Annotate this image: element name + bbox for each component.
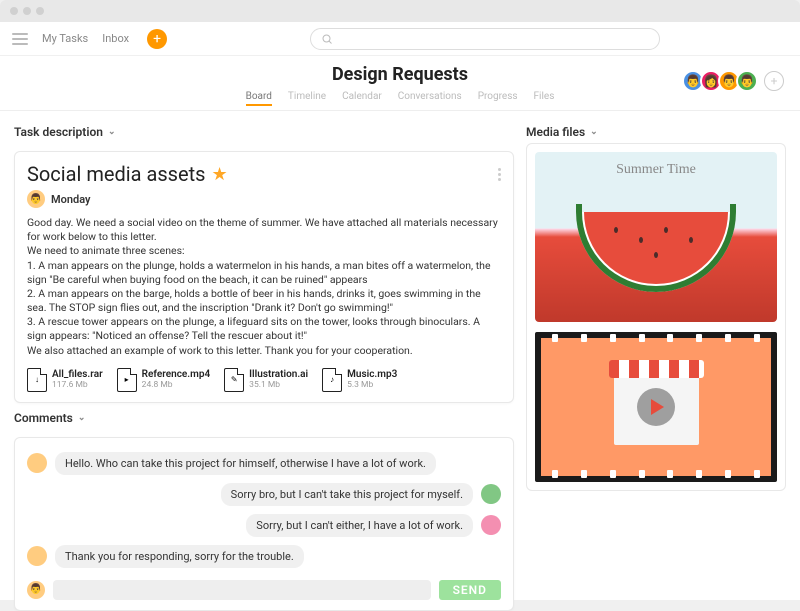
media-files-header[interactable]: Media files⌄ — [526, 125, 786, 139]
browser-chrome — [0, 0, 800, 22]
task-menu-icon[interactable] — [498, 168, 501, 181]
file-icon: ♪ — [322, 368, 342, 392]
comment: Sorry bro, but I can't take this project… — [27, 483, 501, 506]
attachment[interactable]: ✎ Illustration.ai35.1 Mb — [224, 368, 308, 392]
task-description-header[interactable]: Task description⌄ — [14, 125, 514, 139]
chevron-down-icon: ⌄ — [108, 127, 116, 137]
tab-calendar[interactable]: Calendar — [342, 91, 382, 106]
chevron-down-icon: ⌄ — [590, 127, 598, 137]
add-member-button[interactable]: + — [764, 71, 784, 91]
comments-header[interactable]: Comments⌄ — [14, 411, 514, 425]
task-day: Monday — [51, 193, 90, 206]
file-size: 117.6 Mb — [52, 380, 103, 390]
current-user-avatar: 👨 — [27, 581, 45, 599]
topbar: My Tasks Inbox + — [0, 22, 800, 56]
comment: Thank you for responding, sorry for the … — [27, 545, 501, 568]
media-thumbnail-illustration[interactable]: Summer Time — [535, 152, 777, 322]
page-title: Design Requests — [0, 64, 800, 85]
play-icon[interactable] — [637, 388, 675, 426]
file-name: Reference.mp4 — [142, 369, 211, 380]
comment-avatar[interactable] — [27, 546, 47, 566]
avatar[interactable]: 👨 — [736, 70, 758, 92]
nav-inbox[interactable]: Inbox — [102, 32, 129, 45]
comment-text: Thank you for responding, sorry for the … — [55, 545, 304, 568]
file-size: 35.1 Mb — [249, 380, 308, 390]
comment-avatar[interactable] — [27, 453, 47, 473]
nav-my-tasks[interactable]: My Tasks — [42, 32, 88, 45]
page-header: Design Requests Board Timeline Calendar … — [0, 56, 800, 115]
star-icon[interactable]: ★ — [211, 164, 227, 185]
attachments: ↓ All_files.rar117.6 Mb ▸ Reference.mp424.8… — [27, 368, 501, 392]
task-body: Good day. We need a social video on the … — [27, 216, 501, 358]
attachment[interactable]: ♪ Music.mp35.3 Mb — [322, 368, 397, 392]
file-name: Illustration.ai — [249, 369, 308, 380]
tab-progress[interactable]: Progress — [478, 91, 518, 106]
send-button[interactable]: SEND — [439, 580, 501, 600]
comment-input[interactable] — [53, 580, 431, 600]
comment: Hello. Who can take this project for him… — [27, 452, 501, 475]
file-size: 5.3 Mb — [347, 380, 397, 390]
view-tabs: Board Timeline Calendar Conversations Pr… — [0, 91, 800, 111]
tab-board[interactable]: Board — [246, 91, 272, 106]
task-title: Social media assets★ — [27, 162, 228, 186]
comment-avatar[interactable] — [481, 515, 501, 535]
comment: Sorry, but I can't either, I have a lot … — [27, 514, 501, 537]
file-name: Music.mp3 — [347, 369, 397, 380]
file-icon: ↓ — [27, 368, 47, 392]
comment-text: Sorry, but I can't either, I have a lot … — [246, 514, 473, 537]
file-size: 24.8 Mb — [142, 380, 211, 390]
chevron-down-icon: ⌄ — [78, 413, 86, 423]
media-panel: Summer Time — [526, 143, 786, 491]
member-avatars: 👨 👩 👨 👨 + — [688, 70, 784, 92]
comment-avatar[interactable] — [481, 484, 501, 504]
comment-text: Hello. Who can take this project for him… — [55, 452, 436, 475]
file-icon: ▸ — [117, 368, 137, 392]
comments-card: Hello. Who can take this project for him… — [14, 437, 514, 611]
tab-conversations[interactable]: Conversations — [398, 91, 462, 106]
search-icon — [321, 33, 333, 45]
search-input[interactable] — [310, 28, 660, 50]
tab-files[interactable]: Files — [534, 91, 555, 106]
attachment[interactable]: ↓ All_files.rar117.6 Mb — [27, 368, 103, 392]
tab-timeline[interactable]: Timeline — [288, 91, 326, 106]
add-button[interactable]: + — [147, 29, 167, 49]
file-icon: ✎ — [224, 368, 244, 392]
menu-icon[interactable] — [12, 33, 28, 45]
comment-text: Sorry bro, but I can't take this project… — [221, 483, 473, 506]
file-name: All_files.rar — [52, 369, 103, 380]
attachment[interactable]: ▸ Reference.mp424.8 Mb — [117, 368, 211, 392]
media-thumbnail-video[interactable] — [535, 332, 777, 482]
task-card: Social media assets★ 👨 Monday Good day. … — [14, 151, 514, 403]
author-avatar[interactable]: 👨 — [27, 190, 45, 208]
